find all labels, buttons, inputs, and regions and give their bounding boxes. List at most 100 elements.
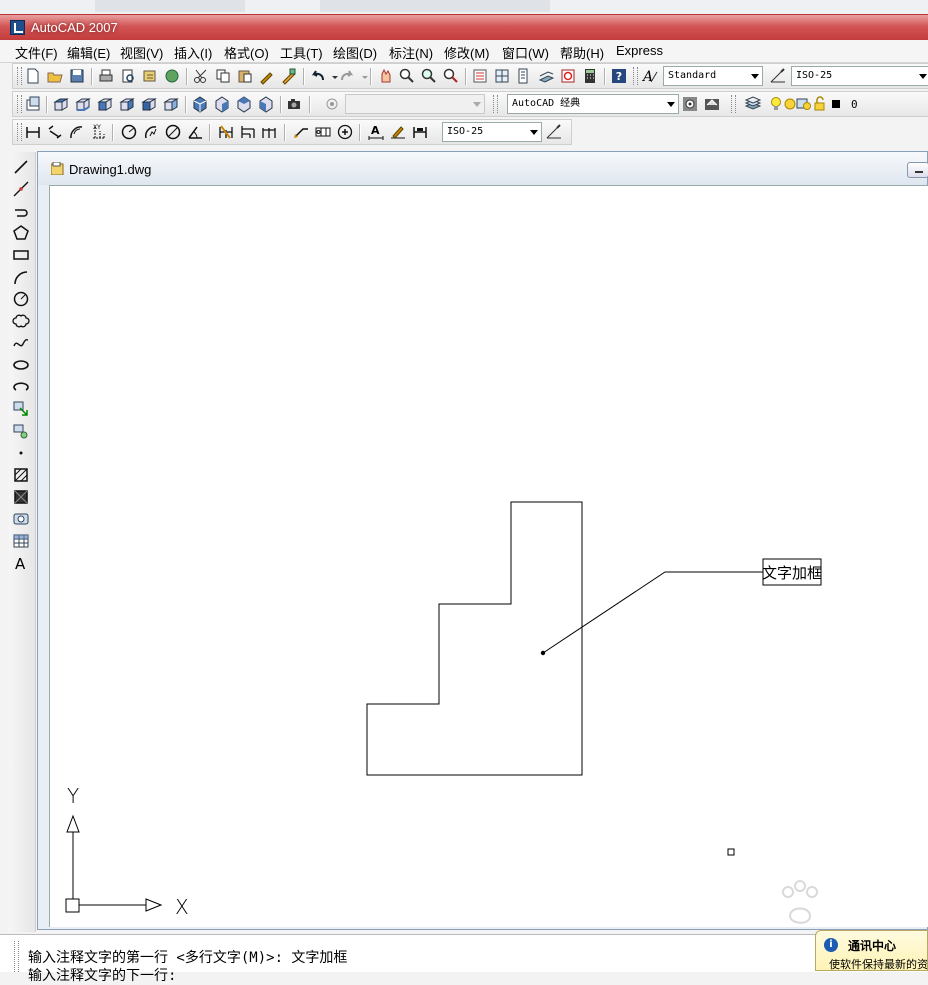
ellipse-icon[interactable]	[12, 356, 30, 374]
dimension-style-select[interactable]: ISO-25	[791, 66, 928, 86]
front-view-icon[interactable]	[140, 95, 158, 113]
dimension-edit-icon[interactable]: A	[367, 123, 385, 141]
toolbar-grip[interactable]	[17, 123, 22, 141]
dimension-text-edit-icon[interactable]	[389, 123, 407, 141]
radius-dimension-icon[interactable]	[120, 123, 138, 141]
dimension-update-icon[interactable]	[411, 123, 429, 141]
print-preview-icon[interactable]	[119, 67, 137, 85]
help-icon[interactable]: ?	[610, 67, 628, 85]
ellipse-arc-icon[interactable]	[12, 378, 30, 396]
baseline-dimension-icon[interactable]	[239, 123, 257, 141]
workspace-settings-icon[interactable]	[681, 95, 699, 113]
view-manager-icon[interactable]	[323, 95, 341, 113]
menu-draw[interactable]: 绘图(D)	[333, 43, 377, 62]
toolbar-grip[interactable]	[633, 67, 638, 85]
stepped-polyline[interactable]	[366, 501, 583, 776]
minimize-icon[interactable]	[907, 162, 928, 178]
3d-dwf-icon[interactable]	[163, 67, 181, 85]
bottom-view-icon[interactable]	[74, 95, 92, 113]
quick-dimension-icon[interactable]	[217, 123, 235, 141]
properties-icon[interactable]	[471, 67, 489, 85]
menu-tools[interactable]: 工具(T)	[280, 43, 323, 62]
se-iso-view-icon[interactable]	[213, 95, 231, 113]
polygon-icon[interactable]	[12, 224, 30, 242]
markup-set-icon[interactable]	[559, 67, 577, 85]
region-icon[interactable]	[12, 510, 30, 528]
view-select[interactable]	[345, 94, 485, 114]
paste-icon[interactable]	[236, 67, 254, 85]
nw-iso-view-icon[interactable]	[257, 95, 275, 113]
toolbar-grip[interactable]	[493, 95, 498, 113]
command-line[interactable]: 输入注释文字的第一行 <多行文字(M)>: 文字加框 输入注释文字的下一行:	[0, 934, 928, 984]
undo-icon[interactable]	[309, 67, 327, 85]
drawing-canvas[interactable]: 文字加框 Y X	[49, 185, 928, 927]
aligned-dimension-icon[interactable]	[46, 123, 64, 141]
revision-cloud-icon[interactable]	[12, 312, 30, 330]
menu-file[interactable]: 文件(F)	[15, 43, 58, 62]
menu-edit[interactable]: 编辑(E)	[67, 43, 110, 62]
layer-color-swatch-icon[interactable]	[827, 95, 840, 113]
toolbar-grip[interactable]	[731, 95, 736, 113]
back-view-icon[interactable]	[162, 95, 180, 113]
quick-leader-icon[interactable]	[292, 123, 310, 141]
text-style-select[interactable]: Standard	[663, 66, 763, 86]
workspace-select[interactable]: AutoCAD 经典	[507, 94, 679, 114]
gradient-icon[interactable]	[12, 488, 30, 506]
left-view-icon[interactable]	[96, 95, 114, 113]
line-icon[interactable]	[12, 158, 30, 176]
cut-icon[interactable]	[192, 67, 210, 85]
ne-iso-view-icon[interactable]	[235, 95, 253, 113]
layer-properties-icon[interactable]	[744, 95, 762, 113]
tolerance-icon[interactable]	[314, 123, 332, 141]
right-view-icon[interactable]	[118, 95, 136, 113]
redo-dropdown-icon[interactable]	[356, 67, 368, 85]
table-icon[interactable]	[12, 532, 30, 550]
sheet-set-icon[interactable]	[537, 67, 555, 85]
open-icon[interactable]	[46, 67, 64, 85]
circle-icon[interactable]	[12, 290, 30, 308]
my-workspace-icon[interactable]	[703, 95, 721, 113]
continue-dimension-icon[interactable]	[261, 123, 279, 141]
command-line-grip[interactable]	[14, 941, 19, 972]
design-center-icon[interactable]	[493, 67, 511, 85]
menu-modify[interactable]: 修改(M)	[444, 43, 490, 62]
linear-dimension-icon[interactable]	[24, 123, 42, 141]
drawing-window-title-bar[interactable]: Drawing1.dwg	[38, 152, 928, 185]
ordinate-dimension-icon[interactable]: XY	[90, 123, 108, 141]
rectangle-icon[interactable]	[12, 246, 30, 264]
match-properties-icon[interactable]	[258, 67, 276, 85]
copy-icon[interactable]	[214, 67, 232, 85]
calculator-icon[interactable]	[581, 67, 599, 85]
menu-window[interactable]: 窗口(W)	[502, 43, 549, 62]
center-mark-icon[interactable]	[336, 123, 354, 141]
construction-line-icon[interactable]	[12, 180, 30, 198]
sw-iso-view-icon[interactable]	[191, 95, 209, 113]
make-block-icon[interactable]	[12, 422, 30, 440]
save-icon[interactable]	[68, 67, 86, 85]
top-view-icon[interactable]	[52, 95, 70, 113]
polyline-icon[interactable]	[12, 202, 30, 220]
dimension-style-icon[interactable]	[769, 67, 787, 85]
dimension-style-select-2[interactable]: ISO-25	[442, 122, 542, 142]
current-layer[interactable]: 0	[851, 98, 858, 111]
angular-dimension-icon[interactable]	[186, 123, 204, 141]
publish-icon[interactable]	[141, 67, 159, 85]
zoom-window-icon[interactable]	[420, 67, 438, 85]
menu-view[interactable]: 视图(V)	[120, 43, 163, 62]
menu-format[interactable]: 格式(O)	[224, 43, 269, 62]
autocad-app-icon[interactable]	[10, 20, 25, 35]
communication-center-balloon[interactable]: i 通讯中心 使软件保持最新的资	[815, 930, 928, 971]
jogged-dimension-icon[interactable]	[142, 123, 160, 141]
menu-help[interactable]: 帮助(H)	[560, 43, 604, 62]
leader-text[interactable]: 文字加框	[762, 564, 822, 582]
hatch-icon[interactable]	[12, 466, 30, 484]
insert-block-icon[interactable]	[12, 400, 30, 418]
toolbar-grip[interactable]	[17, 95, 22, 113]
toolbar-grip[interactable]	[17, 67, 22, 85]
spline-icon[interactable]	[12, 334, 30, 352]
menu-dimension[interactable]: 标注(N)	[389, 43, 433, 62]
point-icon[interactable]	[12, 444, 30, 462]
arc-icon[interactable]	[12, 268, 30, 286]
menu-insert[interactable]: 插入(I)	[174, 43, 212, 62]
block-editor-icon[interactable]	[280, 67, 298, 85]
